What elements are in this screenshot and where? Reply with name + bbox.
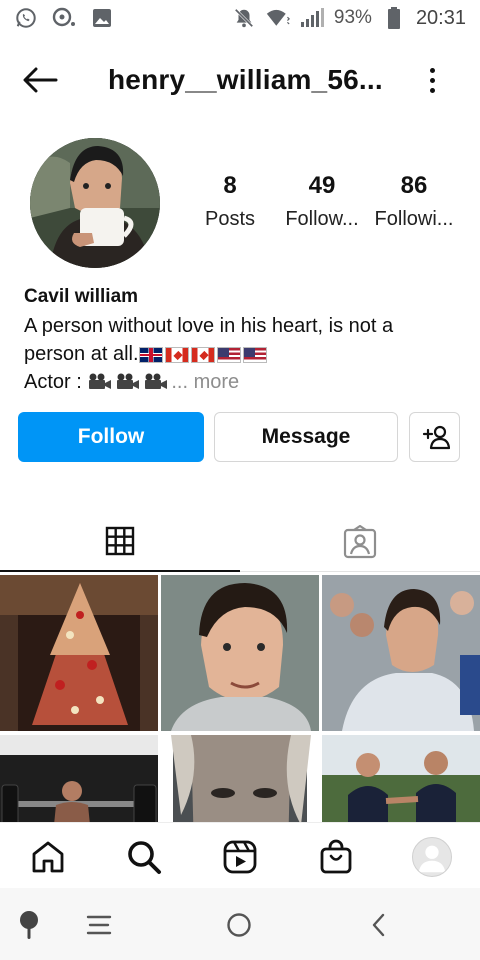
more-dot — [429, 67, 435, 73]
post-thumbnail[interactable] — [0, 735, 158, 823]
add-person-icon — [422, 425, 450, 450]
reels-icon — [223, 840, 257, 874]
movie-camera-icon — [89, 373, 112, 389]
stat-followers-label: Follow... — [285, 208, 359, 230]
suggested-users-button[interactable] — [409, 412, 460, 462]
default-avatar-icon — [418, 845, 446, 873]
crowd-photo — [322, 575, 480, 731]
workout-photo — [0, 735, 158, 823]
back-system-button[interactable] — [362, 908, 396, 942]
post-thumbnail[interactable] — [322, 575, 480, 731]
back-arrow-icon — [23, 67, 58, 93]
stat-followers-value: 49 — [308, 172, 336, 199]
tab-grid[interactable] — [0, 512, 240, 572]
assistant-pin-icon — [20, 911, 38, 939]
more-dot — [429, 77, 435, 83]
profile-tabs — [0, 512, 480, 572]
system-navigation-bar — [0, 888, 480, 960]
flag-ca-emoji — [190, 347, 215, 363]
shop-bag-icon — [320, 839, 352, 874]
battery-icon — [382, 6, 406, 30]
posts-grid — [0, 575, 480, 823]
flag-uk-emoji — [138, 347, 163, 363]
wifi-icon — [266, 6, 290, 30]
bio-line-3: Actor : ... more — [24, 368, 464, 396]
stat-following-label: Followi... — [374, 208, 454, 230]
back-chevron-icon — [372, 913, 385, 937]
profile-stats: 8 Posts 49 Follow... 86 Followi... — [196, 172, 466, 242]
nav-profile-avatar[interactable] — [412, 837, 452, 877]
more-dot — [429, 87, 435, 93]
bio-line-1: A person without love in his heart, is n… — [24, 315, 394, 337]
stat-following[interactable]: 86 Followi... — [366, 172, 462, 231]
flag-us-emoji — [216, 347, 241, 363]
stat-followers[interactable]: 49 Follow... — [274, 172, 370, 231]
home-icon — [32, 841, 64, 873]
status-bar: 93% 20:31 — [0, 0, 480, 36]
back-button[interactable] — [22, 64, 62, 96]
bottom-navigation — [0, 822, 480, 888]
nav-shop[interactable] — [316, 837, 356, 877]
profile-avatar-large[interactable] — [30, 138, 160, 268]
bio-line-2: person at all. — [24, 340, 464, 368]
more-options-button[interactable] — [420, 62, 444, 98]
stat-posts[interactable]: 8 Posts — [182, 172, 278, 231]
assistant-button[interactable] — [12, 908, 46, 942]
nav-home[interactable] — [28, 837, 68, 877]
profile-actions: Follow Message — [18, 412, 462, 464]
post-thumbnail[interactable] — [161, 575, 319, 731]
follow-button[interactable]: Follow — [18, 412, 204, 462]
profile-bio: Cavil william A person without love in h… — [24, 286, 464, 396]
signal-icon — [300, 6, 324, 30]
nav-search[interactable] — [124, 837, 164, 877]
bio-line-2-text: person at all. — [24, 343, 139, 365]
post-thumbnail[interactable] — [322, 735, 480, 823]
home-system-button[interactable] — [222, 908, 256, 942]
recents-icon — [86, 915, 112, 935]
battery-percent: 93% — [333, 7, 372, 28]
outdoor-photo — [322, 735, 480, 823]
bio-more-link[interactable]: ... more — [171, 371, 239, 393]
mute-icon — [232, 6, 256, 30]
post-thumbnail[interactable] — [161, 735, 319, 823]
christmas-tree-photo — [0, 575, 158, 731]
stat-following-value: 86 — [400, 172, 428, 199]
recents-button[interactable] — [82, 908, 116, 942]
message-button[interactable]: Message — [214, 412, 398, 462]
clock: 20:31 — [415, 6, 466, 29]
close-up-photo — [161, 735, 319, 823]
whatsapp-icon — [14, 6, 38, 30]
movie-camera-emojis — [87, 371, 171, 393]
search-icon — [128, 841, 161, 874]
flags-emoji — [138, 347, 267, 363]
flag-ca-emoji — [164, 347, 189, 363]
gallery-icon — [90, 6, 114, 30]
home-circle-icon — [227, 913, 251, 937]
stat-posts-label: Posts — [204, 208, 256, 230]
nav-reels[interactable] — [220, 837, 260, 877]
portrait-photo — [161, 575, 319, 731]
tagged-person-icon — [343, 524, 377, 558]
movie-camera-icon — [145, 373, 168, 389]
bio-line-3-prefix: Actor : — [24, 371, 88, 393]
grid-icon — [105, 526, 135, 556]
chat-bubble-icon — [52, 6, 76, 30]
flag-us-emoji — [242, 347, 267, 363]
profile-username: henry__william_56... — [108, 64, 383, 95]
profile-display-name: Cavil william — [24, 286, 139, 307]
tab-tagged[interactable] — [240, 512, 480, 572]
stat-posts-value: 8 — [223, 172, 237, 199]
post-thumbnail[interactable] — [0, 575, 158, 731]
profile-header: henry__william_56... — [0, 52, 480, 108]
movie-camera-icon — [117, 373, 140, 389]
